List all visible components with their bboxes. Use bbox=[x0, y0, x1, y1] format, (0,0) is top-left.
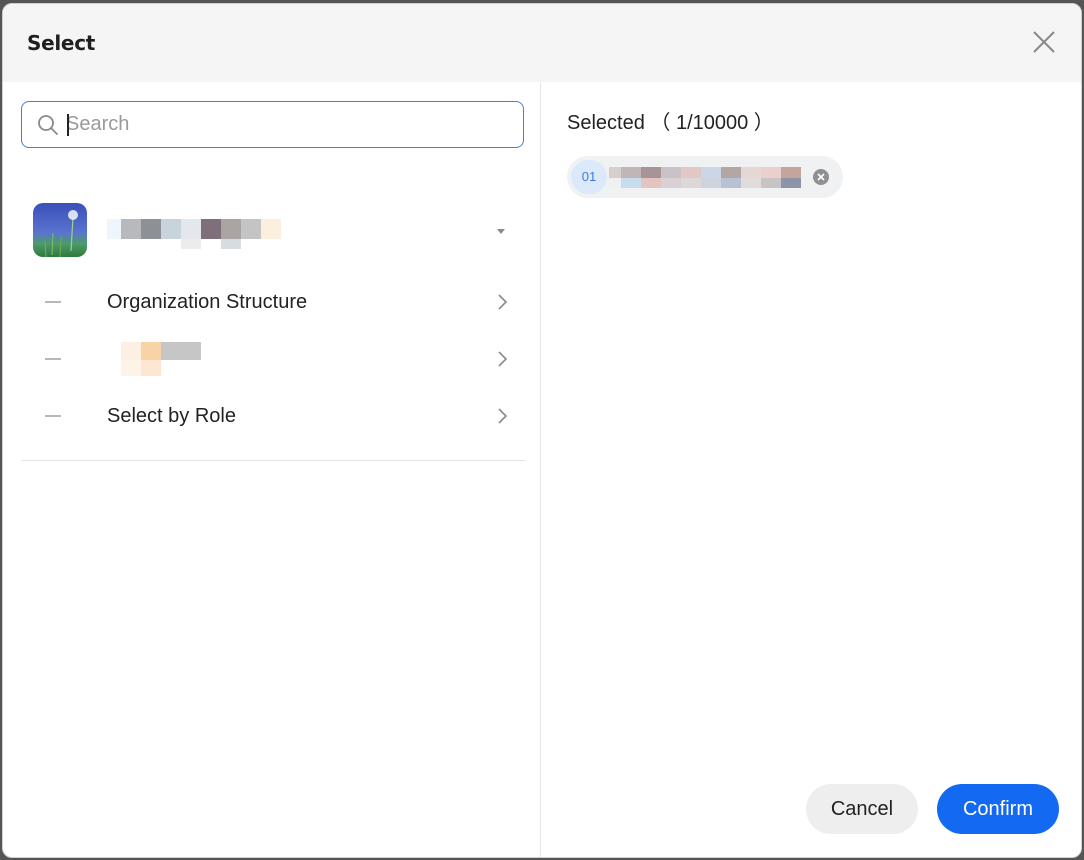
nav-item-label: Select by Role bbox=[107, 405, 236, 427]
search-icon bbox=[38, 115, 58, 135]
dash-icon bbox=[45, 301, 61, 303]
search-box[interactable] bbox=[21, 101, 524, 148]
cancel-button[interactable]: Cancel bbox=[806, 784, 918, 834]
confirm-button[interactable]: Confirm bbox=[937, 784, 1059, 834]
text-caret bbox=[67, 114, 69, 136]
close-button[interactable] bbox=[1029, 27, 1059, 57]
dash-icon bbox=[45, 415, 61, 417]
nav-item-organization-structure[interactable]: Organization Structure bbox=[21, 277, 521, 327]
dialog-title: Select bbox=[27, 31, 96, 55]
search-input[interactable] bbox=[66, 110, 506, 138]
right-panel: Selected （ 1/10000 ） 01 Cancel Confirm bbox=[542, 82, 1081, 857]
organization-avatar bbox=[33, 203, 87, 257]
nav-item-label: Organization Structure bbox=[107, 291, 308, 313]
caret-down-icon bbox=[497, 229, 505, 234]
close-icon bbox=[1033, 31, 1055, 53]
organization-row[interactable] bbox=[33, 203, 523, 259]
selected-count-title: Selected （ 1/10000 ） bbox=[567, 112, 774, 134]
selected-item-name bbox=[609, 167, 803, 189]
select-dialog: Select Search Organization Structure Sel… bbox=[2, 3, 1082, 858]
close-circle-icon[interactable] bbox=[812, 168, 830, 186]
selected-item-badge: 01 bbox=[571, 160, 607, 194]
divider bbox=[21, 460, 525, 461]
left-panel: Organization Structure Select by Role bbox=[3, 82, 541, 857]
nav-item-select-by-role[interactable]: Select by Role bbox=[21, 391, 521, 441]
chevron-right-icon bbox=[498, 351, 508, 367]
selected-item-chip: 01 bbox=[567, 156, 843, 198]
redacted-text bbox=[121, 342, 203, 378]
chevron-right-icon bbox=[498, 408, 508, 424]
nav-item-hidden[interactable] bbox=[21, 334, 521, 384]
organization-name bbox=[107, 219, 287, 251]
dialog-header: Select bbox=[3, 4, 1081, 82]
chevron-right-icon bbox=[498, 294, 508, 310]
dash-icon bbox=[45, 358, 61, 360]
